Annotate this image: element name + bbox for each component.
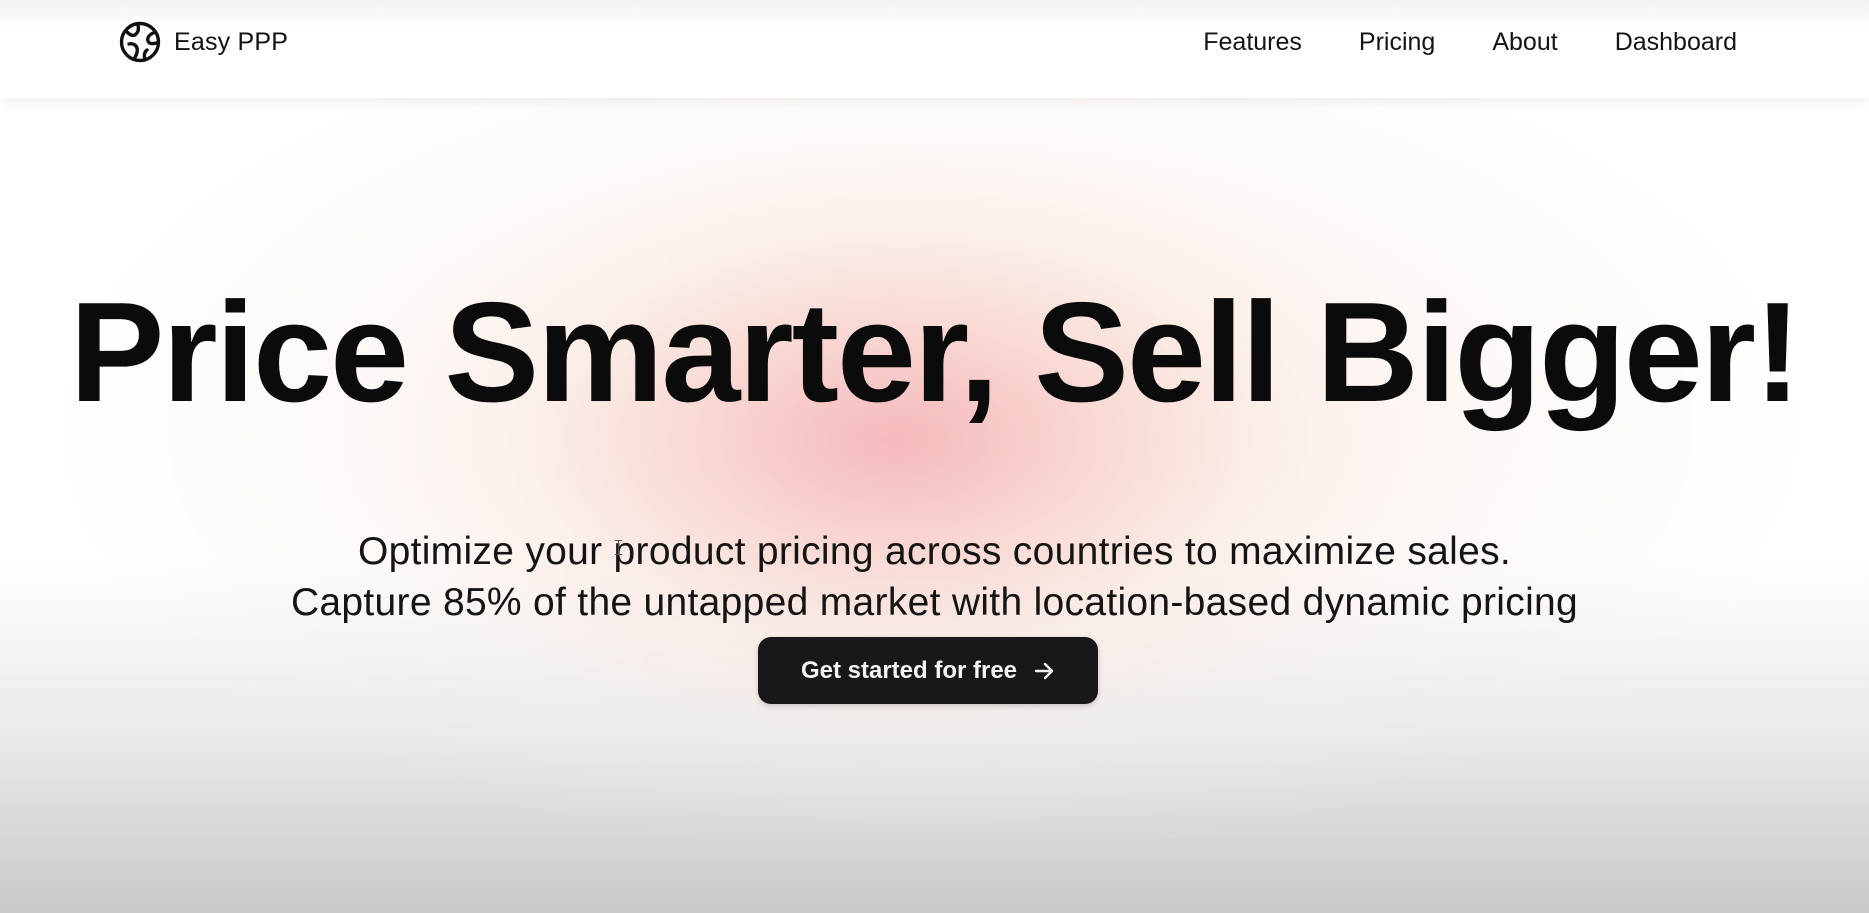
get-started-label: Get started for free — [800, 656, 1018, 684]
nav-link-about[interactable]: About — [1492, 24, 1557, 60]
hero-title: Price Smarter, Sell Bigger! — [69, 273, 1802, 432]
globe-logo-icon — [119, 21, 161, 63]
nav-link-features[interactable]: Features — [1203, 24, 1302, 60]
nav-link-pricing[interactable]: Pricing — [1359, 24, 1435, 60]
brand-name: Easy PPP — [174, 27, 289, 56]
hero-subtitle-line-1: Optimize your product pricing across cou… — [357, 530, 1512, 573]
main-nav: Features Pricing About Dashboard — [1203, 24, 1737, 60]
hero-subtitle: Optimize your product pricing across cou… — [0, 526, 1869, 628]
brand-home-link[interactable]: Easy PPP — [119, 21, 288, 63]
get-started-button[interactable]: Get started for free — [758, 637, 1098, 704]
top-navigation-bar: Easy PPP Features Pricing About Dashboar… — [0, 0, 1869, 98]
hero-subtitle-line-2: Capture 85% of the untapped market with … — [290, 581, 1579, 624]
hero-section: Price Smarter, Sell Bigger! Optimize you… — [0, 0, 1869, 913]
arrow-right-icon — [1033, 660, 1055, 682]
text-cursor-icon — [614, 540, 623, 555]
nav-link-dashboard[interactable]: Dashboard — [1615, 24, 1737, 60]
